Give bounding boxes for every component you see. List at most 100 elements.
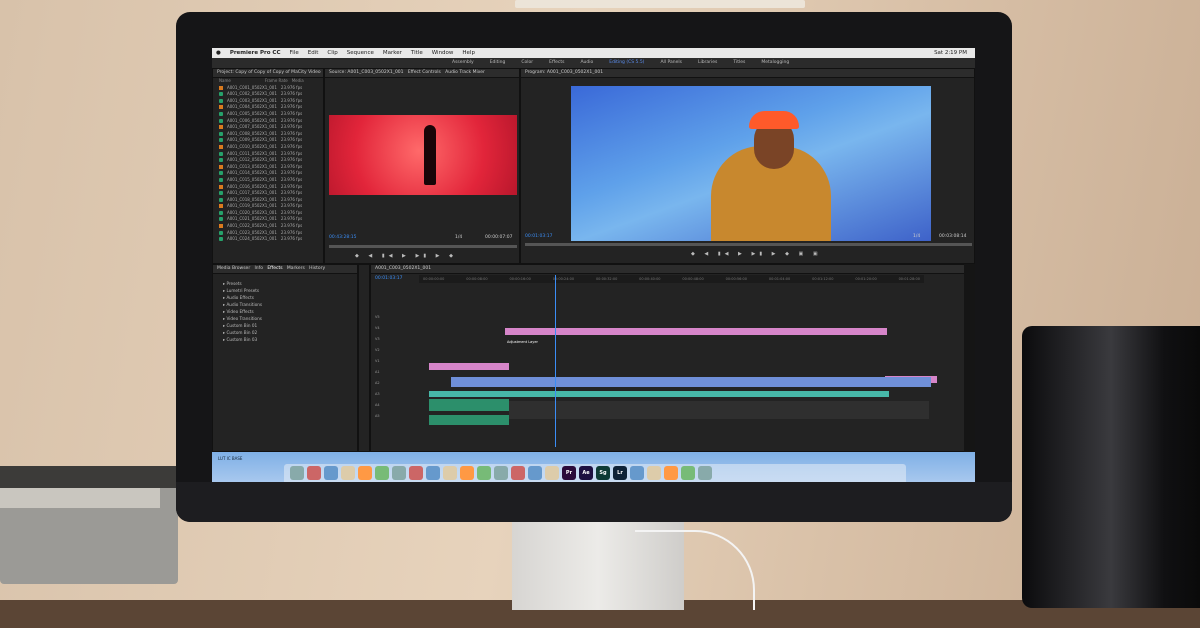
program-zoom[interactable]: 1/4	[913, 234, 920, 239]
dock-app[interactable]	[358, 466, 372, 480]
track-header[interactable]: A5	[375, 414, 415, 418]
effects-folder[interactable]: ▸ Audio Transitions	[213, 301, 357, 308]
track-header[interactable]: A3	[375, 392, 415, 396]
apple-menu-icon[interactable]: ●	[216, 48, 221, 58]
col-name[interactable]: Name	[219, 78, 231, 85]
dock-app[interactable]	[698, 466, 712, 480]
tab-info[interactable]: Info	[254, 266, 263, 271]
clip-a2[interactable]	[429, 399, 509, 411]
project-row[interactable]: A001_C008_0502X1_001 23.976 fps	[213, 131, 323, 138]
dock-app[interactable]: Sg	[596, 466, 610, 480]
dock-app[interactable]	[324, 466, 338, 480]
ws-tab-all-panels[interactable]: All Panels	[660, 58, 682, 68]
project-row[interactable]: A001_C014_0502X1_001 23.976 fps	[213, 170, 323, 177]
dock-app[interactable]	[392, 466, 406, 480]
source-video-frame[interactable]	[329, 115, 517, 195]
tab-effects[interactable]: Effects	[267, 266, 282, 271]
project-panel-title[interactable]: Project: Copy of Copy of Copy of MaCity …	[213, 69, 323, 78]
effects-folder[interactable]: ▸ Audio Effects	[213, 294, 357, 301]
timeline-ruler[interactable]: 00:00:00:00 00:00:08:00 00:00:16:00 00:00:2…	[419, 275, 924, 283]
project-row[interactable]: A001_C019_0502X1_001 23.976 fps	[213, 203, 323, 210]
project-row[interactable]: A001_C012_0502X1_001 23.976 fps	[213, 157, 323, 164]
menu-title[interactable]: Title	[411, 48, 423, 58]
project-row[interactable]: A001_C016_0502X1_001 23.976 fps	[213, 184, 323, 191]
col-frame-rate[interactable]: Frame Rate	[265, 78, 288, 85]
project-row[interactable]: A001_C006_0502X1_001 23.976 fps	[213, 118, 323, 125]
project-row[interactable]: A001_C003_0502X1_001 23.976 fps	[213, 98, 323, 105]
tab-effect-controls[interactable]: Effect Controls	[408, 70, 441, 75]
tab-markers[interactable]: Markers	[287, 266, 305, 271]
project-row[interactable]: A001_C013_0502X1_001 23.976 fps	[213, 164, 323, 171]
track-header[interactable]: A1	[375, 370, 415, 374]
project-row[interactable]: A001_C015_0502X1_001 23.976 fps	[213, 177, 323, 184]
ws-tab-editing-cs55[interactable]: Editing (CS 5.5)	[609, 58, 644, 68]
track-header[interactable]: V1	[375, 359, 415, 363]
dock-app[interactable]	[409, 466, 423, 480]
project-row[interactable]: A001_C017_0502X1_001 23.976 fps	[213, 190, 323, 197]
source-transport-controls[interactable]: ◆ ◀ ▮◀ ▶ ▶▮ ▶ ◆	[355, 253, 457, 259]
project-row[interactable]: A001_C018_0502X1_001 23.976 fps	[213, 197, 323, 204]
tab-media-browser[interactable]: Media Browser	[217, 266, 250, 271]
adjustment-layer-clip[interactable]: Adjustment Layer	[505, 328, 887, 344]
project-row[interactable]: A001_C005_0502X1_001 23.976 fps	[213, 111, 323, 118]
menu-help[interactable]: Help	[462, 48, 475, 58]
dock-app[interactable]	[681, 466, 695, 480]
clip-a3[interactable]	[429, 415, 509, 425]
menu-clip[interactable]: Clip	[327, 48, 337, 58]
clip-a1[interactable]	[429, 391, 889, 397]
project-row[interactable]: A001_C007_0502X1_001 23.976 fps	[213, 124, 323, 131]
tab-source[interactable]: Source: A001_C003_0502X1_001	[329, 70, 404, 75]
dock-app[interactable]	[664, 466, 678, 480]
dock-app[interactable]: Ae	[579, 466, 593, 480]
effects-folder[interactable]: ▸ Custom Bin 01	[213, 322, 357, 329]
dock-app[interactable]	[647, 466, 661, 480]
clip-v3-left[interactable]	[429, 363, 509, 370]
dock-app[interactable]	[307, 466, 321, 480]
dock-app[interactable]	[290, 466, 304, 480]
tab-audio-mixer[interactable]: Audio Track Mixer	[445, 70, 485, 75]
source-scrubber[interactable]	[329, 245, 517, 248]
project-row[interactable]: A001_C010_0502X1_001 23.976 fps	[213, 144, 323, 151]
clip-a-empty[interactable]	[509, 401, 929, 419]
effects-folder[interactable]: ▸ Video Transitions	[213, 315, 357, 322]
ws-tab-effects[interactable]: Effects	[549, 58, 564, 68]
dock-app[interactable]	[460, 466, 474, 480]
dock-app[interactable]: Lr	[613, 466, 627, 480]
dock-app[interactable]	[375, 466, 389, 480]
timeline-playhead[interactable]	[555, 275, 556, 447]
dock-app[interactable]	[511, 466, 525, 480]
dock-app[interactable]: Pr	[562, 466, 576, 480]
project-row[interactable]: A001_C001_0502X1_001 23.976 fps	[213, 85, 323, 92]
track-header[interactable]: A4	[375, 403, 415, 407]
app-menu[interactable]: Premiere Pro CC	[230, 48, 281, 58]
project-row[interactable]: A001_C020_0502X1_001 23.976 fps	[213, 210, 323, 217]
track-header[interactable]: V3	[375, 337, 415, 341]
dock-app[interactable]	[545, 466, 559, 480]
menubar-clock[interactable]: Sat 2:19 PM	[934, 48, 975, 58]
program-transport-controls[interactable]: ◆ ◀ ▮◀ ▶ ▶▮ ▶ ◆ ▣ ▣	[691, 251, 822, 257]
ws-tab-metalogging[interactable]: Metalogging	[761, 58, 789, 68]
ws-tab-titles[interactable]: Titles	[733, 58, 745, 68]
menu-edit[interactable]: Edit	[308, 48, 319, 58]
tab-history[interactable]: History	[309, 266, 325, 271]
dock-app[interactable]	[477, 466, 491, 480]
source-zoom[interactable]: 1/4	[455, 235, 462, 240]
menu-file[interactable]: File	[290, 48, 299, 58]
menu-window[interactable]: Window	[432, 48, 454, 58]
track-header[interactable]: A2	[375, 381, 415, 385]
program-video-frame[interactable]	[571, 86, 931, 241]
ws-tab-assembly[interactable]: Assembly	[452, 58, 474, 68]
dock-app[interactable]	[494, 466, 508, 480]
program-title[interactable]: Program: A001_C003_0502X1_001	[521, 69, 974, 78]
dock-app[interactable]	[528, 466, 542, 480]
project-row[interactable]: A001_C021_0502X1_001 23.976 fps	[213, 216, 323, 223]
effects-folder[interactable]: ▸ Lumetri Presets	[213, 287, 357, 294]
project-row[interactable]: A001_C024_0502X1_001 23.976 fps	[213, 236, 323, 243]
dock-app[interactable]	[426, 466, 440, 480]
ws-tab-editing[interactable]: Editing	[490, 58, 506, 68]
track-header[interactable]: V2	[375, 348, 415, 352]
dock-app[interactable]	[443, 466, 457, 480]
dock-app[interactable]	[630, 466, 644, 480]
project-row[interactable]: A001_C004_0502X1_001 23.976 fps	[213, 104, 323, 111]
effects-folder[interactable]: ▸ Video Effects	[213, 308, 357, 315]
